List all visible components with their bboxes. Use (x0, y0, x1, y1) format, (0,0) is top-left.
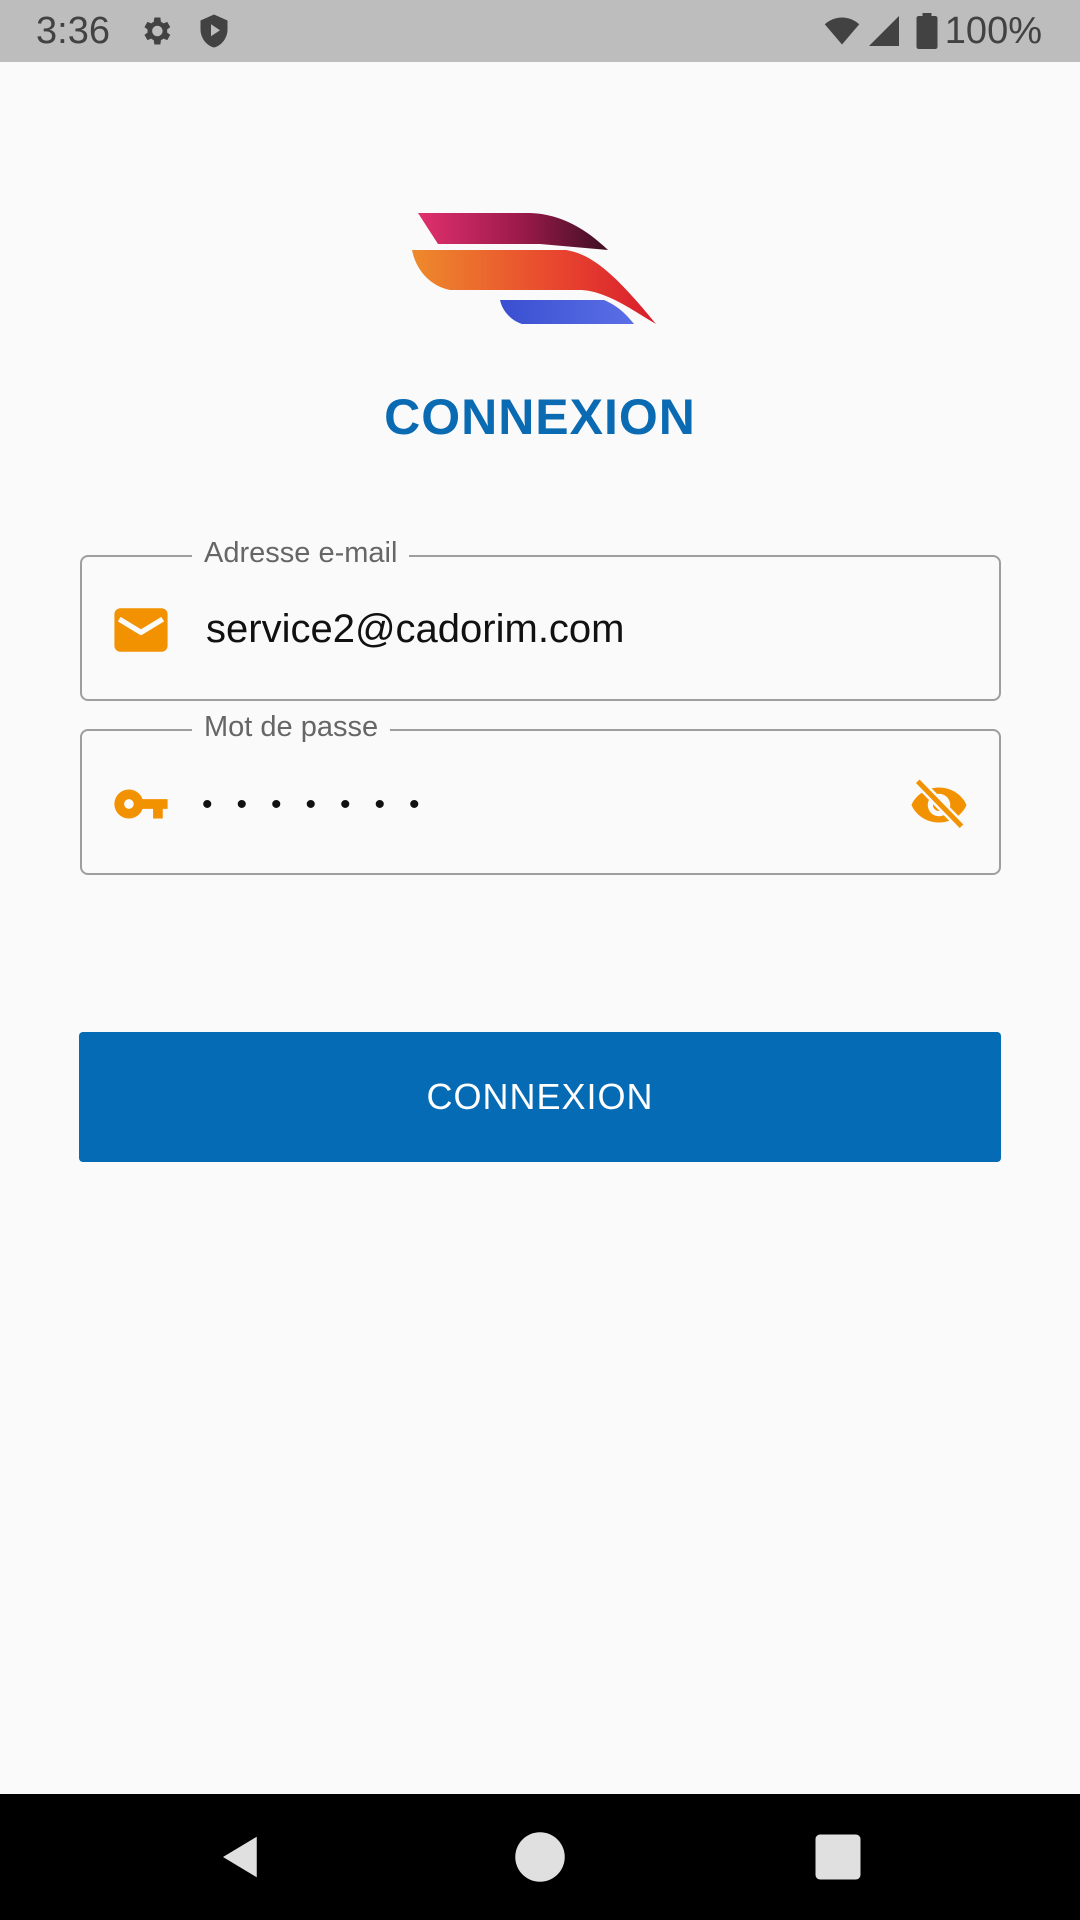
app-logo (412, 213, 656, 324)
recents-icon[interactable] (811, 1830, 865, 1884)
email-field[interactable]: Adresse e-mail service2@cadorim.com (80, 533, 1001, 701)
password-input[interactable]: ••••••• (202, 775, 444, 835)
page-title: CONNEXION (384, 389, 696, 445)
status-time: 3:36 (36, 10, 110, 52)
home-icon[interactable] (513, 1830, 567, 1884)
signal-icon (869, 16, 899, 46)
password-field-label: Mot de passe (192, 707, 391, 747)
login-screen: 3:36 100% CONNEXION Adresse e-mail servi… (0, 0, 1080, 1920)
gear-icon (144, 17, 171, 45)
eye-off-icon[interactable] (909, 775, 969, 835)
back-icon[interactable] (214, 1830, 268, 1884)
wifi-icon (824, 17, 860, 45)
shield-play-icon (200, 14, 228, 48)
login-button[interactable]: CONNEXION (79, 1032, 1001, 1162)
key-icon (114, 789, 168, 819)
status-bar: 3:36 100% (0, 0, 1080, 62)
battery-percentage: 100% (944, 10, 1042, 52)
email-field-label: Adresse e-mail (192, 533, 410, 573)
email-input[interactable]: service2@cadorim.com (206, 599, 846, 659)
mail-icon (114, 608, 168, 652)
navigation-bar (0, 1794, 1080, 1920)
battery-icon (916, 13, 938, 49)
password-field[interactable]: Mot de passe ••••••• (80, 707, 1001, 875)
